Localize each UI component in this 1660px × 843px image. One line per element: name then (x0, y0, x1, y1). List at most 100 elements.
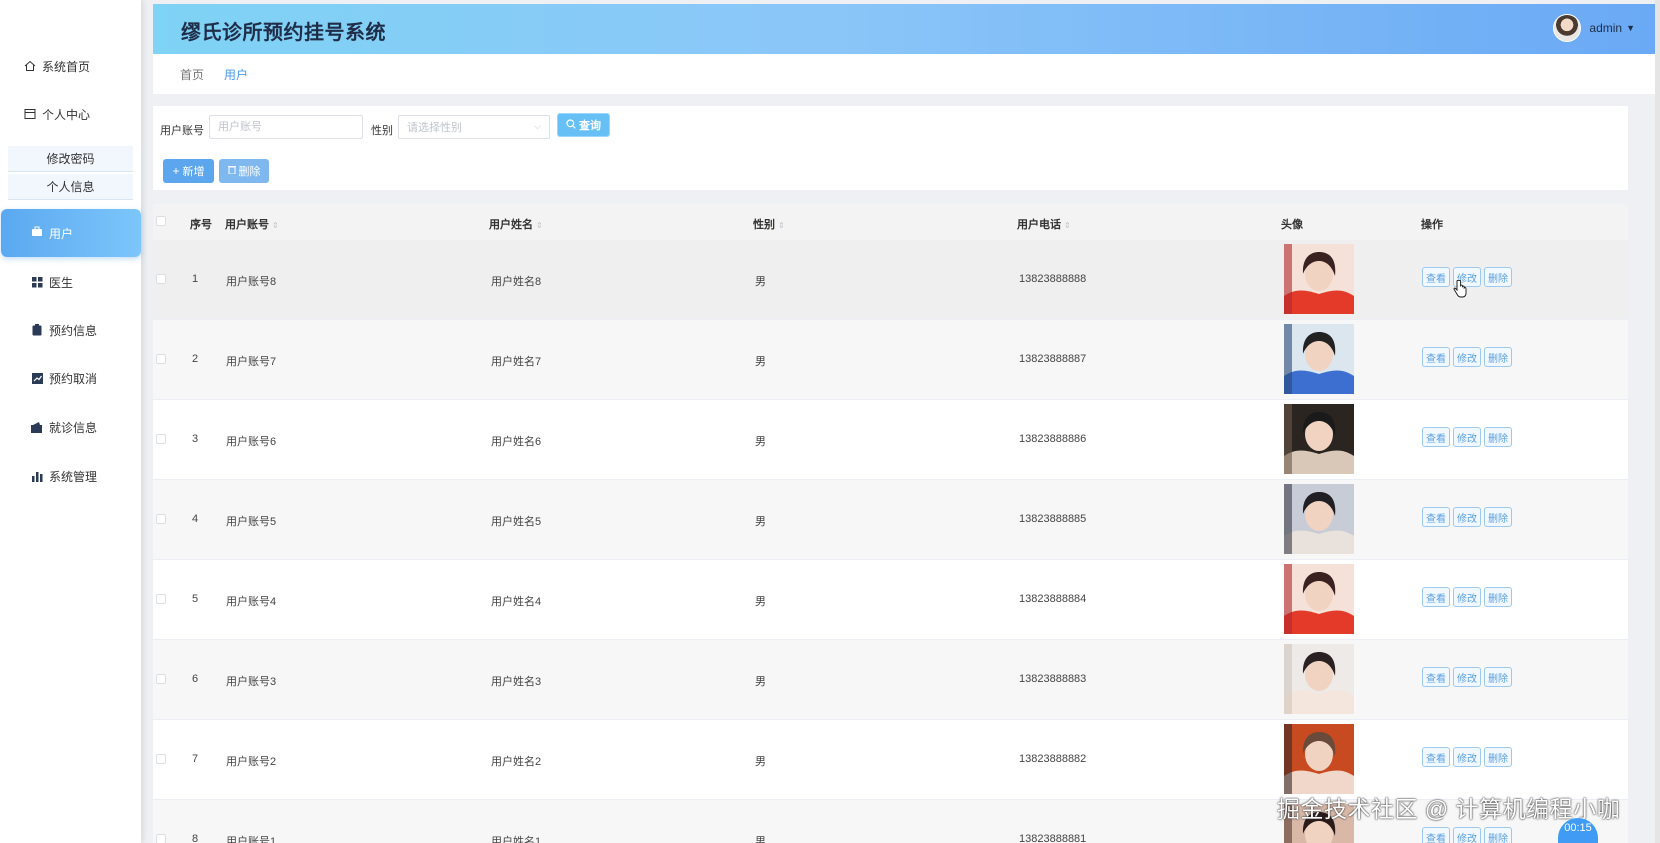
edit-button[interactable]: 修改 (1453, 667, 1481, 687)
delete-row-button[interactable]: 删除 (1484, 267, 1512, 287)
avatar-thumbnail[interactable] (1284, 404, 1354, 474)
calendar-icon (23, 107, 37, 121)
col-account[interactable]: 用户账号 ⇕ (225, 216, 279, 232)
edit-button[interactable]: 修改 (1453, 507, 1481, 527)
breadcrumb-home[interactable]: 首页 (180, 66, 204, 83)
avatar-thumbnail[interactable] (1284, 324, 1354, 394)
plus-icon: + (172, 164, 180, 178)
col-phone[interactable]: 用户电话 ⇕ (1017, 216, 1071, 232)
sidebar-item-users[interactable]: 用户 (1, 209, 141, 257)
col-index: 序号 (190, 219, 212, 231)
delete-row-button[interactable]: 删除 (1484, 587, 1512, 607)
row-actions: 查看 修改 删除 (1422, 507, 1512, 527)
top-header: 缪氏诊所预约挂号系统 admin ▼ (153, 4, 1655, 54)
scrollbar[interactable] (1655, 0, 1660, 843)
avatar-thumbnail[interactable] (1284, 244, 1354, 314)
view-button[interactable]: 查看 (1422, 827, 1450, 843)
select-all-checkbox[interactable] (156, 216, 166, 226)
add-button[interactable]: + 新增 (163, 159, 214, 183)
table-row[interactable]: 4 用户账号5 用户姓名5 男 13823888885 查看 修改 删除 (153, 480, 1628, 560)
account-label: 用户账号 (160, 125, 204, 137)
account-input[interactable] (209, 115, 363, 139)
cell-gender: 男 (755, 436, 766, 448)
delete-row-button[interactable]: 删除 (1484, 747, 1512, 767)
cell-gender: 男 (755, 676, 766, 688)
cell-name: 用户姓名4 (491, 596, 542, 608)
cell-index: 4 (192, 513, 199, 525)
sidebar-subitem-personal-info[interactable]: 个人信息 (8, 174, 133, 200)
delete-row-button[interactable]: 删除 (1484, 667, 1512, 687)
col-gender-label: 性别 (753, 219, 775, 231)
cell-name: 用户姓名1 (491, 836, 542, 843)
table-row[interactable]: 6 用户账号3 用户姓名3 男 13823888883 查看 修改 删除 (153, 640, 1628, 720)
view-button[interactable]: 查看 (1422, 507, 1450, 527)
row-checkbox[interactable] (156, 354, 166, 364)
table-row[interactable]: 7 用户账号2 用户姓名2 男 13823888882 查看 修改 删除 (153, 720, 1628, 800)
delete-button[interactable]: 删除 (219, 159, 269, 183)
row-checkbox[interactable] (156, 674, 166, 684)
username: admin (1589, 21, 1623, 35)
sidebar-subitem-label: 个人信息 (46, 180, 95, 194)
view-button[interactable]: 查看 (1422, 347, 1450, 367)
sidebar-item-visits[interactable]: 就诊信息 (0, 410, 141, 444)
cell-phone: 13823888883 (1019, 673, 1087, 685)
sidebar-item-appointments[interactable]: 预约信息 (0, 313, 141, 347)
app-title: 缪氏诊所预约挂号系统 (181, 22, 386, 44)
sidebar-item-home[interactable]: 系统首页 (0, 49, 141, 83)
view-button[interactable]: 查看 (1422, 667, 1450, 687)
edit-button[interactable]: 修改 (1453, 827, 1481, 843)
query-button[interactable]: 查询 (557, 113, 610, 137)
sidebar-item-personal[interactable]: 个人中心 (0, 97, 141, 131)
table-row[interactable]: 1 用户账号8 用户姓名8 男 13823888888 查看 修改 删除 (153, 240, 1628, 320)
col-avatar: 头像 (1281, 219, 1303, 231)
edit-button[interactable]: 修改 (1453, 747, 1481, 767)
table-row[interactable]: 5 用户账号4 用户姓名4 男 13823888884 查看 修改 删除 (153, 560, 1628, 640)
home-icon (23, 59, 37, 73)
sort-icon: ⇕ (778, 221, 785, 230)
gender-select[interactable]: 请选择性别 ⌵ (398, 115, 550, 139)
col-name[interactable]: 用户姓名 ⇕ (489, 216, 543, 232)
avatar-thumbnail[interactable] (1284, 564, 1354, 634)
breadcrumb-current: 用户 (224, 68, 249, 82)
sidebar-item-cancellations[interactable]: 预约取消 (0, 361, 141, 395)
avatar-thumbnail[interactable] (1284, 724, 1354, 794)
avatar-thumbnail[interactable] (1284, 484, 1354, 554)
row-checkbox[interactable] (156, 754, 166, 764)
edit-button[interactable]: 修改 (1453, 427, 1481, 447)
edit-button[interactable]: 修改 (1453, 587, 1481, 607)
delete-row-button[interactable]: 删除 (1484, 507, 1512, 527)
sidebar-item-system[interactable]: 系统管理 (0, 459, 141, 493)
row-checkbox[interactable] (156, 274, 166, 284)
col-gender[interactable]: 性别 ⇕ (753, 216, 785, 232)
col-ops: 操作 (1421, 219, 1443, 231)
table-header: 序号 用户账号 ⇕ 用户姓名 ⇕ 性别 ⇕ 用户电话 ⇕ 头像 操作 (153, 204, 1628, 240)
row-checkbox[interactable] (156, 834, 166, 843)
table-row[interactable]: 2 用户账号7 用户姓名7 男 13823888887 查看 修改 删除 (153, 320, 1628, 400)
view-button[interactable]: 查看 (1422, 747, 1450, 767)
cell-account: 用户账号4 (226, 596, 277, 608)
delete-row-button[interactable]: 删除 (1484, 347, 1512, 367)
avatar-thumbnail[interactable] (1284, 644, 1354, 714)
row-actions: 查看 修改 删除 (1422, 267, 1512, 287)
view-button[interactable]: 查看 (1422, 267, 1450, 287)
sidebar-subitem-change-password[interactable]: 修改密码 (8, 146, 133, 172)
delete-row-button[interactable]: 删除 (1484, 427, 1512, 447)
edit-button[interactable]: 修改 (1453, 347, 1481, 367)
row-actions: 查看 修改 删除 (1422, 827, 1512, 843)
view-button[interactable]: 查看 (1422, 427, 1450, 447)
search-panel: 用户账号 性别 请选择性别 ⌵ 查询 + 新增 删除 (153, 106, 1628, 190)
cell-gender: 男 (755, 276, 766, 288)
table-row[interactable]: 3 用户账号6 用户姓名6 男 13823888886 查看 修改 删除 (153, 400, 1628, 480)
row-checkbox[interactable] (156, 434, 166, 444)
cell-index: 6 (192, 673, 199, 685)
row-actions: 查看 修改 删除 (1422, 587, 1512, 607)
sidebar-item-doctor[interactable]: 医生 (0, 265, 141, 299)
col-account-label: 用户账号 (225, 219, 269, 231)
row-actions: 查看 修改 删除 (1422, 747, 1512, 767)
delete-row-button[interactable]: 删除 (1484, 827, 1512, 843)
row-checkbox[interactable] (156, 594, 166, 604)
user-menu[interactable]: admin ▼ (1553, 14, 1635, 42)
row-checkbox[interactable] (156, 514, 166, 524)
cell-phone: 13823888882 (1019, 753, 1087, 765)
view-button[interactable]: 查看 (1422, 587, 1450, 607)
